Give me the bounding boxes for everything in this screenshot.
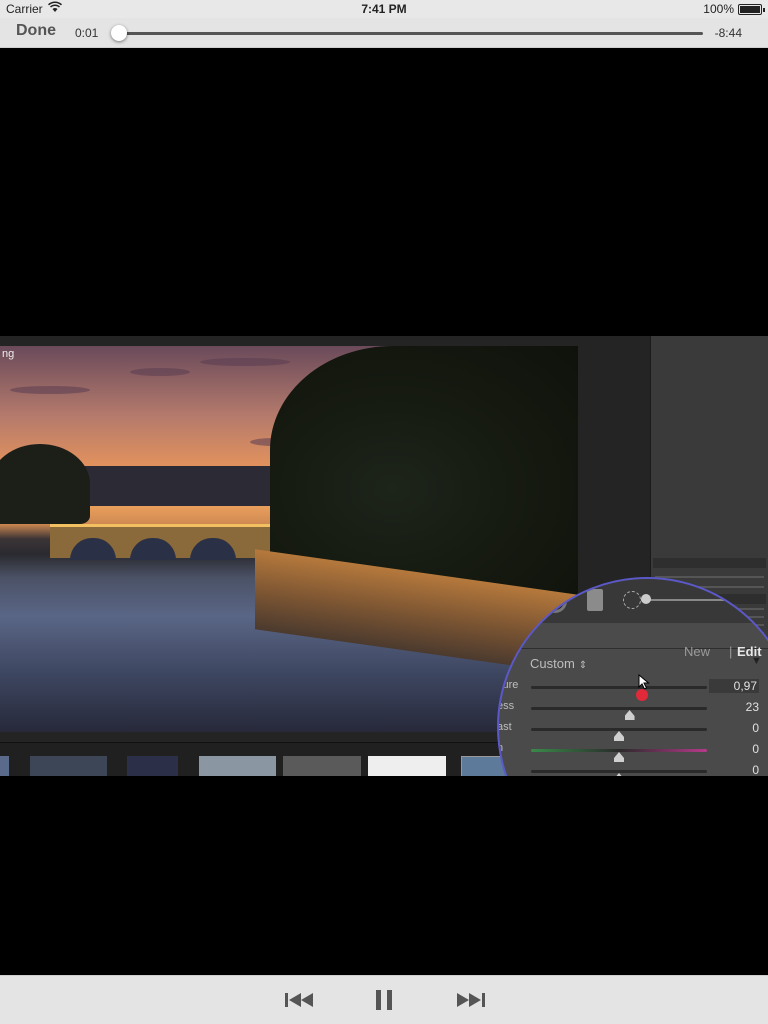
buildings [80, 466, 290, 506]
triangle-down-icon: ▼ [751, 655, 762, 667]
panel-header [653, 558, 766, 568]
corner-text: ng [2, 348, 15, 360]
filmstrip-thumb [30, 756, 107, 776]
develop-toolbar [499, 579, 768, 623]
remaining-time: -8:44 [714, 26, 742, 40]
slider-value: 0 [752, 721, 759, 735]
battery-icon [738, 4, 765, 15]
preset-selector: Custom ⇕ [530, 656, 587, 671]
playback-scrubber[interactable] [111, 25, 703, 41]
slider-value: 0,97 [709, 679, 759, 693]
filmstrip-thumb [283, 756, 361, 776]
slider-label: ast [497, 721, 512, 733]
pause-button[interactable] [364, 986, 404, 1014]
filmstrip-thumb [368, 756, 446, 776]
slider-track [531, 707, 707, 720]
skip-back-button[interactable] [280, 986, 320, 1014]
preset-label: Custom [530, 656, 575, 671]
battery-percent: 100% [703, 2, 734, 16]
video-frame: ng New | Edit Custom ⇕ ▼ sure 0,97 ess 2… [0, 336, 768, 776]
slider-track [531, 770, 707, 776]
elapsed-time: 0:01 [75, 26, 99, 40]
cloud [130, 368, 190, 376]
slider-thumb [614, 773, 624, 776]
player-top-bar: Done 0:01 -8:44 [0, 18, 768, 48]
slider-track [531, 728, 707, 741]
mouse-cursor-icon [638, 673, 650, 690]
skip-forward-button[interactable] [450, 986, 490, 1014]
video-photo: ng [0, 346, 578, 732]
tab-new: New [684, 644, 711, 659]
filmstrip-thumb [0, 756, 9, 776]
panel-row [655, 576, 764, 578]
gradient-tool-icon [587, 589, 603, 611]
updown-arrows-icon: ⇕ [578, 660, 588, 671]
filmstrip-thumb [127, 756, 178, 776]
cloud [200, 358, 290, 366]
brush-tool-icon [623, 591, 641, 609]
slider-row: 0 [499, 761, 768, 776]
filmstrip-thumb [199, 756, 276, 776]
slider-track [531, 686, 707, 701]
skip-back-icon [280, 993, 320, 1017]
pause-icon [364, 990, 404, 1017]
slider-label: sure [497, 679, 519, 691]
zoom-magnifier: New | Edit Custom ⇕ ▼ sure 0,97 ess 23 ast 0 n 0… [497, 577, 768, 776]
slider-value: 23 [745, 700, 759, 714]
video-area[interactable]: ng New | Edit Custom ⇕ ▼ sure 0,97 ess 2… [0, 48, 768, 975]
slider-row: sure 0,97 [497, 677, 768, 701]
player-controls [0, 975, 768, 1024]
cloud [10, 386, 90, 394]
spot-tool-icon [543, 589, 567, 613]
slider-label: ess [497, 700, 515, 712]
scrubber-knob[interactable] [111, 25, 128, 41]
slider-value: 0 [752, 763, 759, 776]
status-time: 7:41 PM [361, 2, 407, 16]
slider-row: ast 0 [497, 719, 768, 741]
done-button[interactable]: Done [16, 22, 56, 40]
slider-track [531, 749, 707, 762]
slider-row: ess 23 [497, 698, 768, 720]
slider-row: n0 [499, 740, 768, 762]
skip-forward-icon [450, 993, 490, 1017]
slider-value: 0 [752, 742, 759, 756]
tree [0, 444, 90, 524]
status-bar: Carrier 7:41 PM 100% [0, 0, 768, 18]
preset-tabs: New | Edit [499, 623, 768, 659]
tool-slider [641, 594, 768, 604]
tab-separator: | [729, 644, 733, 659]
